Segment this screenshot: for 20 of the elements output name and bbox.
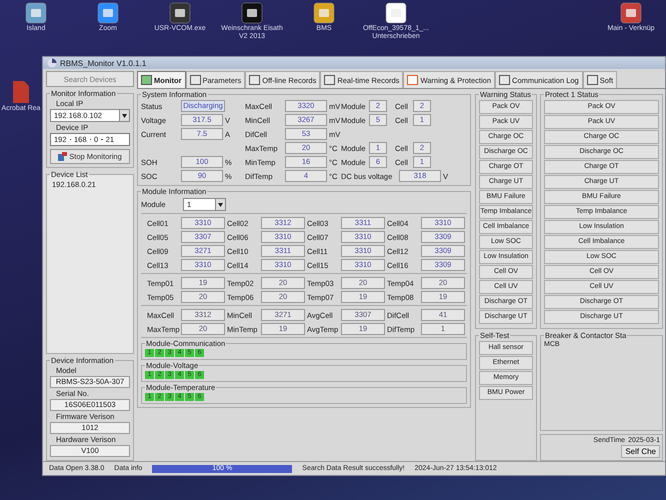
desktop-shortcut-icon[interactable]	[619, 2, 643, 24]
tab-icon	[141, 75, 152, 85]
desktop-shortcut-icon[interactable]	[312, 2, 336, 24]
desktop-shortcut-icon[interactable]	[96, 2, 120, 24]
tab-icon	[190, 75, 200, 85]
desktop-shortcut-icon[interactable]	[240, 2, 264, 24]
pdf-document-icon[interactable]	[10, 80, 32, 104]
tab-icon	[586, 75, 598, 85]
desktop-shortcut-icon[interactable]	[24, 2, 48, 24]
desktop-shortcut-icon[interactable]	[168, 2, 192, 24]
self-check-button[interactable]: Self Che	[621, 445, 660, 458]
tab-icon	[249, 75, 260, 85]
tab-icon	[407, 75, 418, 85]
app-icon	[47, 58, 57, 68]
tab-icon	[499, 75, 510, 85]
tab-icon	[324, 75, 336, 85]
caret-icon[interactable]	[218, 202, 223, 206]
caret-icon[interactable]	[122, 114, 127, 118]
desktop-shortcut-icon[interactable]	[384, 2, 408, 24]
window-title: RBMS_Monitor V1.0.1.1	[60, 58, 146, 68]
